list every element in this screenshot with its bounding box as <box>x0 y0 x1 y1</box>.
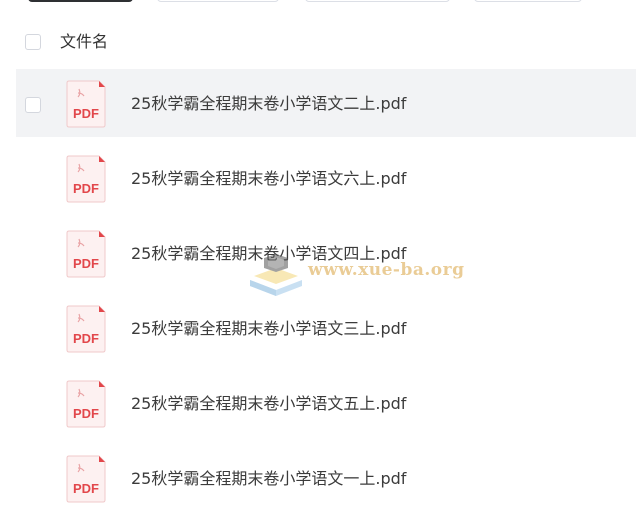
file-row[interactable]: PDF 25秋学霸全程期末卷小学语文二上.pdf <box>0 68 636 143</box>
watermark: www.xue-ba.org <box>246 250 466 302</box>
column-header-filename: 文件名 <box>60 32 109 51</box>
svg-text:PDF: PDF <box>73 331 99 346</box>
pdf-file-icon: PDF <box>66 155 106 203</box>
file-name[interactable]: 25秋学霸全程期末卷小学语文二上.pdf <box>131 93 406 115</box>
file-name[interactable]: 25秋学霸全程期末卷小学语文三上.pdf <box>131 318 406 340</box>
file-list-header: 文件名 <box>0 24 636 62</box>
pdf-file-icon: PDF <box>66 305 106 353</box>
pdf-file-icon: PDF <box>66 80 106 128</box>
pdf-file-icon: PDF <box>66 230 106 278</box>
file-name[interactable]: 25秋学霸全程期末卷小学语文五上.pdf <box>131 393 406 415</box>
toolbar-button-3[interactable] <box>305 0 450 2</box>
svg-text:PDF: PDF <box>73 481 99 496</box>
toolbar-primary-button[interactable] <box>28 0 133 2</box>
file-row[interactable]: PDF 25秋学霸全程期末卷小学语文五上.pdf <box>0 368 636 443</box>
file-name[interactable]: 25秋学霸全程期末卷小学语文六上.pdf <box>131 168 406 190</box>
svg-text:PDF: PDF <box>73 181 99 196</box>
svg-text:PDF: PDF <box>73 406 99 421</box>
pdf-file-icon: PDF <box>66 455 106 503</box>
watermark-text: www.xue-ba.org <box>308 260 465 280</box>
toolbar-button-2[interactable] <box>157 0 279 2</box>
svg-text:PDF: PDF <box>73 106 99 121</box>
row-checkbox[interactable] <box>25 97 41 113</box>
top-toolbar <box>0 0 636 4</box>
file-name[interactable]: 25秋学霸全程期末卷小学语文一上.pdf <box>131 468 406 490</box>
select-all-checkbox[interactable] <box>25 34 41 50</box>
file-row[interactable]: PDF 25秋学霸全程期末卷小学语文一上.pdf <box>0 443 636 518</box>
toolbar-button-4[interactable] <box>474 0 582 2</box>
watermark-book-icon <box>250 254 302 296</box>
svg-text:PDF: PDF <box>73 256 99 271</box>
pdf-file-icon: PDF <box>66 380 106 428</box>
file-row[interactable]: PDF 25秋学霸全程期末卷小学语文三上.pdf <box>0 293 636 368</box>
file-row[interactable]: PDF 25秋学霸全程期末卷小学语文六上.pdf <box>0 143 636 218</box>
